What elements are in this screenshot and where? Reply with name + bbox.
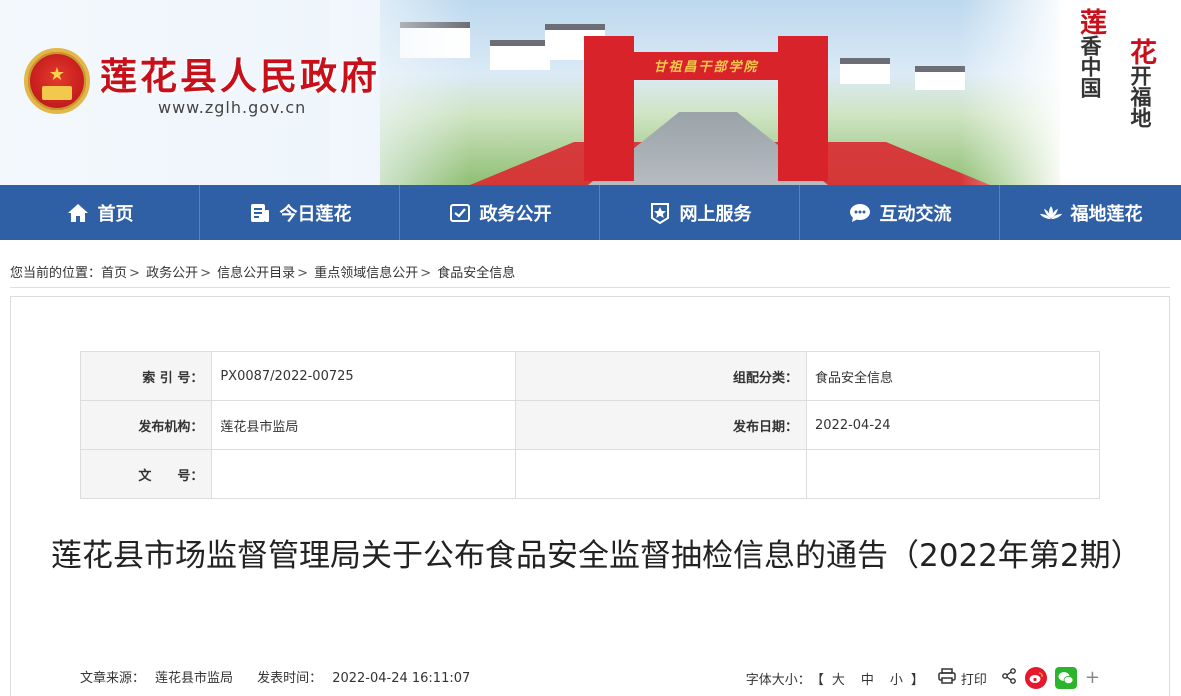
empty-cell (806, 449, 1100, 499)
docno-label: 文 号： (79, 449, 213, 499)
index-label: 索 引 号： (79, 351, 213, 401)
nav-item-fudi[interactable]: 福地莲花 (1000, 185, 1181, 240)
breadcrumb-separator: > (420, 266, 432, 281)
fontsize-bracket: 【 (810, 672, 824, 688)
date-label: 发布日期： (515, 400, 808, 450)
chat-bubble-icon (848, 201, 872, 225)
site-url: www.zglh.gov.cn (158, 98, 307, 117)
nav-label: 网上服务 (679, 203, 752, 225)
slogan-char: 地 (1128, 107, 1153, 128)
breadcrumb-separator: > (297, 266, 309, 281)
service-star-icon (648, 201, 672, 225)
fontsize-medium-button[interactable]: 中 (861, 669, 874, 688)
arch-pillar-right (778, 36, 828, 181)
arch-pillar-left (584, 36, 634, 181)
article-title: 莲花县市场监督管理局关于公布食品安全监督抽检信息的通告（2022年第2期） (51, 538, 1142, 574)
nav-item-home[interactable]: 首页 (0, 185, 200, 240)
nav-label: 互动交流 (879, 203, 952, 225)
slogan-right: 花开福地 (1125, 38, 1156, 128)
article-container: 索 引 号： PX0087/2022-00725 组配分类： 食品安全信息 发布… (10, 296, 1170, 696)
site-banner: 甘祖昌干部学院 ★ 莲花县人民政府 www.zglh.gov.cn 莲香中国 花… (0, 0, 1181, 185)
slogan-char: 花 (1125, 38, 1156, 65)
banner-house (840, 58, 890, 84)
fontsize-small-button[interactable]: 小 (890, 669, 903, 688)
breadcrumb-separator: > (129, 266, 140, 281)
more-share-button[interactable]: + (1085, 669, 1100, 687)
empty-cell (515, 449, 808, 499)
document-meta-table: 索 引 号： PX0087/2022-00725 组配分类： 食品安全信息 发布… (79, 351, 1100, 499)
fontsize-label: 字体大小： (745, 672, 811, 688)
index-value: PX0087/2022-00725 (211, 351, 517, 401)
publisher-label: 发布机构： (79, 400, 213, 450)
print-label: 打印 (960, 672, 987, 688)
breadcrumb-link-open-gov[interactable]: 政务公开 (146, 266, 198, 281)
breadcrumb-link-catalog[interactable]: 信息公开目录 (217, 266, 295, 281)
time-label: 发表时间： (257, 671, 323, 686)
docno-value (211, 449, 517, 499)
time-field: 发表时间： 2022-04-24 16:11:07 (257, 671, 480, 686)
nav-label: 今日莲花 (279, 203, 352, 225)
news-icon (248, 201, 272, 225)
breadcrumb-separator: > (200, 266, 211, 281)
category-value: 食品安全信息 (806, 351, 1100, 401)
fontsize-bracket: 】 (910, 672, 924, 688)
time-value: 2022-04-24 16:11:07 (332, 671, 471, 686)
home-icon (66, 201, 90, 225)
breadcrumb: 您当前的位置：首页 > 政务公开 > 信息公开目录 > 重点领域信息公开 > 食品安全信… (10, 262, 515, 281)
main-nav: 首页 今日莲花 政务公开 网上服务 互动交流 福地莲花 (0, 185, 1181, 240)
weibo-share-icon[interactable] (1024, 667, 1047, 689)
breadcrumb-link-home[interactable]: 首页 (101, 266, 127, 281)
nav-label: 政务公开 (479, 203, 552, 225)
source-value: 莲花县市监局 (155, 671, 234, 686)
breadcrumb-prefix: 您当前的位置： (10, 266, 102, 281)
nav-item-interaction[interactable]: 互动交流 (800, 185, 1000, 240)
slogan-char: 国 (1078, 77, 1103, 98)
divider (10, 287, 1170, 288)
banner-house (490, 40, 550, 70)
breadcrumb-link-key-areas[interactable]: 重点领域信息公开 (314, 266, 418, 281)
table-row: 文 号： (79, 449, 1100, 499)
nav-label: 福地莲花 (1070, 203, 1143, 225)
arch-inscription: 甘祖昌干部学院 (653, 60, 759, 75)
slogan-char: 中 (1078, 56, 1103, 77)
share-button[interactable] (1001, 668, 1017, 688)
site-title[interactable]: 莲花县人民政府 (100, 46, 380, 100)
wechat-share-icon[interactable] (1054, 667, 1077, 689)
nav-item-open-gov[interactable]: 政务公开 (400, 185, 600, 240)
publisher-value: 莲花县市监局 (211, 400, 517, 450)
article-meta-bar: 文章来源： 莲花县市监局 发表时间： 2022-04-24 16:11:07 字体大… (80, 667, 1100, 689)
share-icon (1001, 668, 1017, 688)
printer-icon (938, 668, 956, 688)
banner-house (915, 66, 965, 90)
nav-item-service[interactable]: 网上服务 (600, 185, 800, 240)
slogan-char: 香 (1078, 35, 1103, 56)
slogan-char: 福 (1128, 86, 1153, 107)
date-value: 2022-04-24 (806, 400, 1100, 450)
open-gov-icon (448, 201, 472, 225)
print-button[interactable]: 打印 (938, 668, 987, 688)
national-emblem-icon[interactable]: ★ (24, 48, 90, 114)
slogan-char: 开 (1128, 65, 1153, 86)
table-row: 发布机构： 莲花县市监局 发布日期： 2022-04-24 (79, 400, 1100, 450)
nav-item-today[interactable]: 今日莲花 (200, 185, 400, 240)
nav-label: 首页 (97, 203, 134, 225)
slogan-char: 莲 (1075, 8, 1106, 35)
lotus-icon (1039, 201, 1063, 225)
slogan-left: 莲香中国 (1075, 8, 1106, 98)
fontsize-large-button[interactable]: 大 (832, 669, 845, 688)
category-label: 组配分类： (515, 351, 808, 401)
table-row: 索 引 号： PX0087/2022-00725 组配分类： 食品安全信息 (79, 351, 1100, 401)
source-field: 文章来源： 莲花县市监局 (80, 671, 243, 686)
breadcrumb-link-food-safety[interactable]: 食品安全信息 (437, 266, 515, 281)
source-label: 文章来源： (80, 671, 146, 686)
